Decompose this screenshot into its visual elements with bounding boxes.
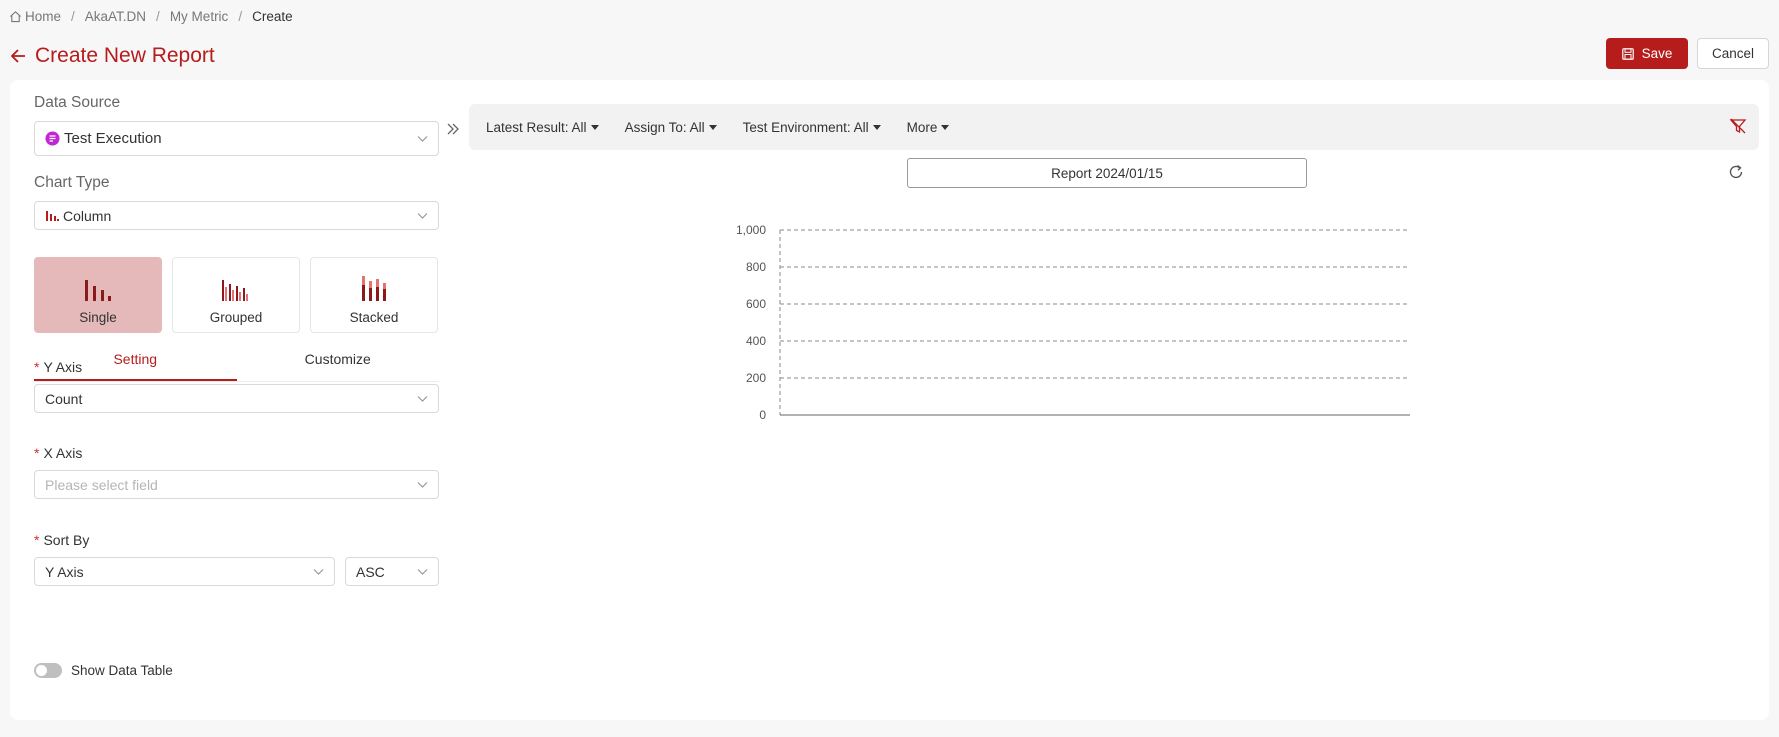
chart-type-select[interactable]: Column [34, 201, 439, 230]
filter-test-environment[interactable]: Test Environment: All [743, 120, 881, 135]
y-axis-value: Count [45, 390, 83, 407]
breadcrumb-project[interactable]: AkaAT.DN [85, 9, 146, 24]
breadcrumb-separator: / [238, 9, 243, 24]
y-tick-label: 1,000 [736, 223, 766, 237]
cancel-button[interactable]: Cancel [1697, 38, 1769, 69]
chart-variant-group: Single Grouped Stacked [34, 257, 438, 333]
report-editor-card: Data Source Test Execution Chart Type Co… [10, 80, 1769, 720]
y-tick-label: 400 [746, 334, 766, 348]
data-source-select[interactable]: Test Execution [34, 121, 439, 156]
filter-assign-to[interactable]: Assign To: All [625, 120, 717, 135]
page-header: Create New Report [10, 44, 215, 68]
grouped-column-icon [222, 280, 248, 301]
sort-order-select[interactable]: ASC [345, 557, 439, 586]
filter-bar: Latest Result: All Assign To: All Test E… [469, 104, 1759, 150]
x-axis-label: * X Axis [34, 445, 83, 461]
filter-latest-result[interactable]: Latest Result: All [486, 120, 599, 135]
home-icon [10, 11, 21, 23]
show-data-table-label: Show Data Table [71, 663, 173, 678]
chevron-down-icon [313, 568, 324, 575]
filter-more-label: More [906, 119, 938, 135]
clear-filter-icon[interactable] [1729, 117, 1747, 135]
sort-by-label: * Sort By [34, 532, 90, 548]
y-axis-label-text: Y Axis [43, 359, 83, 375]
chevron-down-icon [417, 568, 428, 575]
sort-by-select[interactable]: Y Axis [34, 557, 335, 586]
variant-grouped[interactable]: Grouped [172, 257, 300, 333]
breadcrumb-section[interactable]: My Metric [170, 9, 229, 24]
variant-grouped-label: Grouped [209, 310, 263, 325]
variant-stacked[interactable]: Stacked [310, 257, 438, 333]
column-chart: 0 200 400 600 800 1,000 [736, 223, 1410, 422]
save-button-label: Save [1641, 46, 1673, 61]
x-axis-select[interactable]: Please select field [34, 470, 439, 499]
y-tick-label: 800 [746, 260, 766, 274]
variant-single-label: Single [79, 310, 117, 325]
tab-customize[interactable]: Customize [237, 342, 440, 381]
test-execution-icon [45, 131, 60, 146]
show-data-table-toggle[interactable] [34, 663, 62, 678]
data-source-value: Test Execution [64, 130, 162, 147]
stacked-column-icon [362, 276, 386, 301]
filter-assign-to-label: Assign To: All [624, 119, 705, 135]
y-tick-label: 600 [746, 297, 766, 311]
breadcrumb-current: Create [252, 9, 293, 24]
chart-type-value: Column [63, 207, 112, 224]
settings-tabs: Setting Customize [34, 342, 439, 382]
sort-by-value: Y Axis [45, 563, 84, 580]
y-tick-label: 0 [759, 408, 766, 422]
filter-more[interactable]: More [907, 120, 950, 135]
back-arrow-icon[interactable] [10, 48, 27, 64]
refresh-icon[interactable] [1728, 164, 1744, 180]
show-data-table-row: Show Data Table [34, 663, 173, 678]
chevron-down-icon [417, 212, 428, 219]
breadcrumb: Home / AkaAT.DN / My Metric / Create [9, 9, 293, 24]
report-name-input[interactable]: Report 2024/01/15 [907, 158, 1307, 188]
data-source-label: Data Source [34, 94, 121, 111]
variant-stacked-label: Stacked [349, 310, 399, 325]
y-axis-label: * Y Axis [34, 359, 83, 375]
sort-order-value: ASC [356, 563, 385, 580]
x-axis-placeholder: Please select field [45, 476, 158, 493]
breadcrumb-home[interactable]: Home [25, 9, 61, 24]
chevron-down-icon [417, 135, 428, 142]
x-axis-label-text: X Axis [43, 445, 83, 461]
variant-single[interactable]: Single [34, 257, 162, 333]
breadcrumb-separator: / [71, 9, 75, 24]
save-button[interactable]: Save [1606, 38, 1688, 69]
chevron-down-icon [417, 395, 428, 402]
filter-test-environment-label: Test Environment: All [742, 119, 869, 135]
breadcrumb-separator: / [156, 9, 160, 24]
filter-latest-result-label: Latest Result: All [486, 119, 587, 135]
y-tick-label: 200 [746, 371, 766, 385]
y-axis-select[interactable]: Count [34, 384, 439, 413]
page-title: Create New Report [35, 44, 215, 67]
single-column-icon [85, 280, 111, 301]
sort-by-label-text: Sort By [43, 532, 90, 548]
chevron-down-icon [417, 481, 428, 488]
column-chart-icon [46, 210, 59, 221]
double-chevron-right-icon[interactable] [446, 122, 460, 136]
chart-type-label: Chart Type [34, 174, 110, 191]
save-icon [1621, 47, 1634, 60]
